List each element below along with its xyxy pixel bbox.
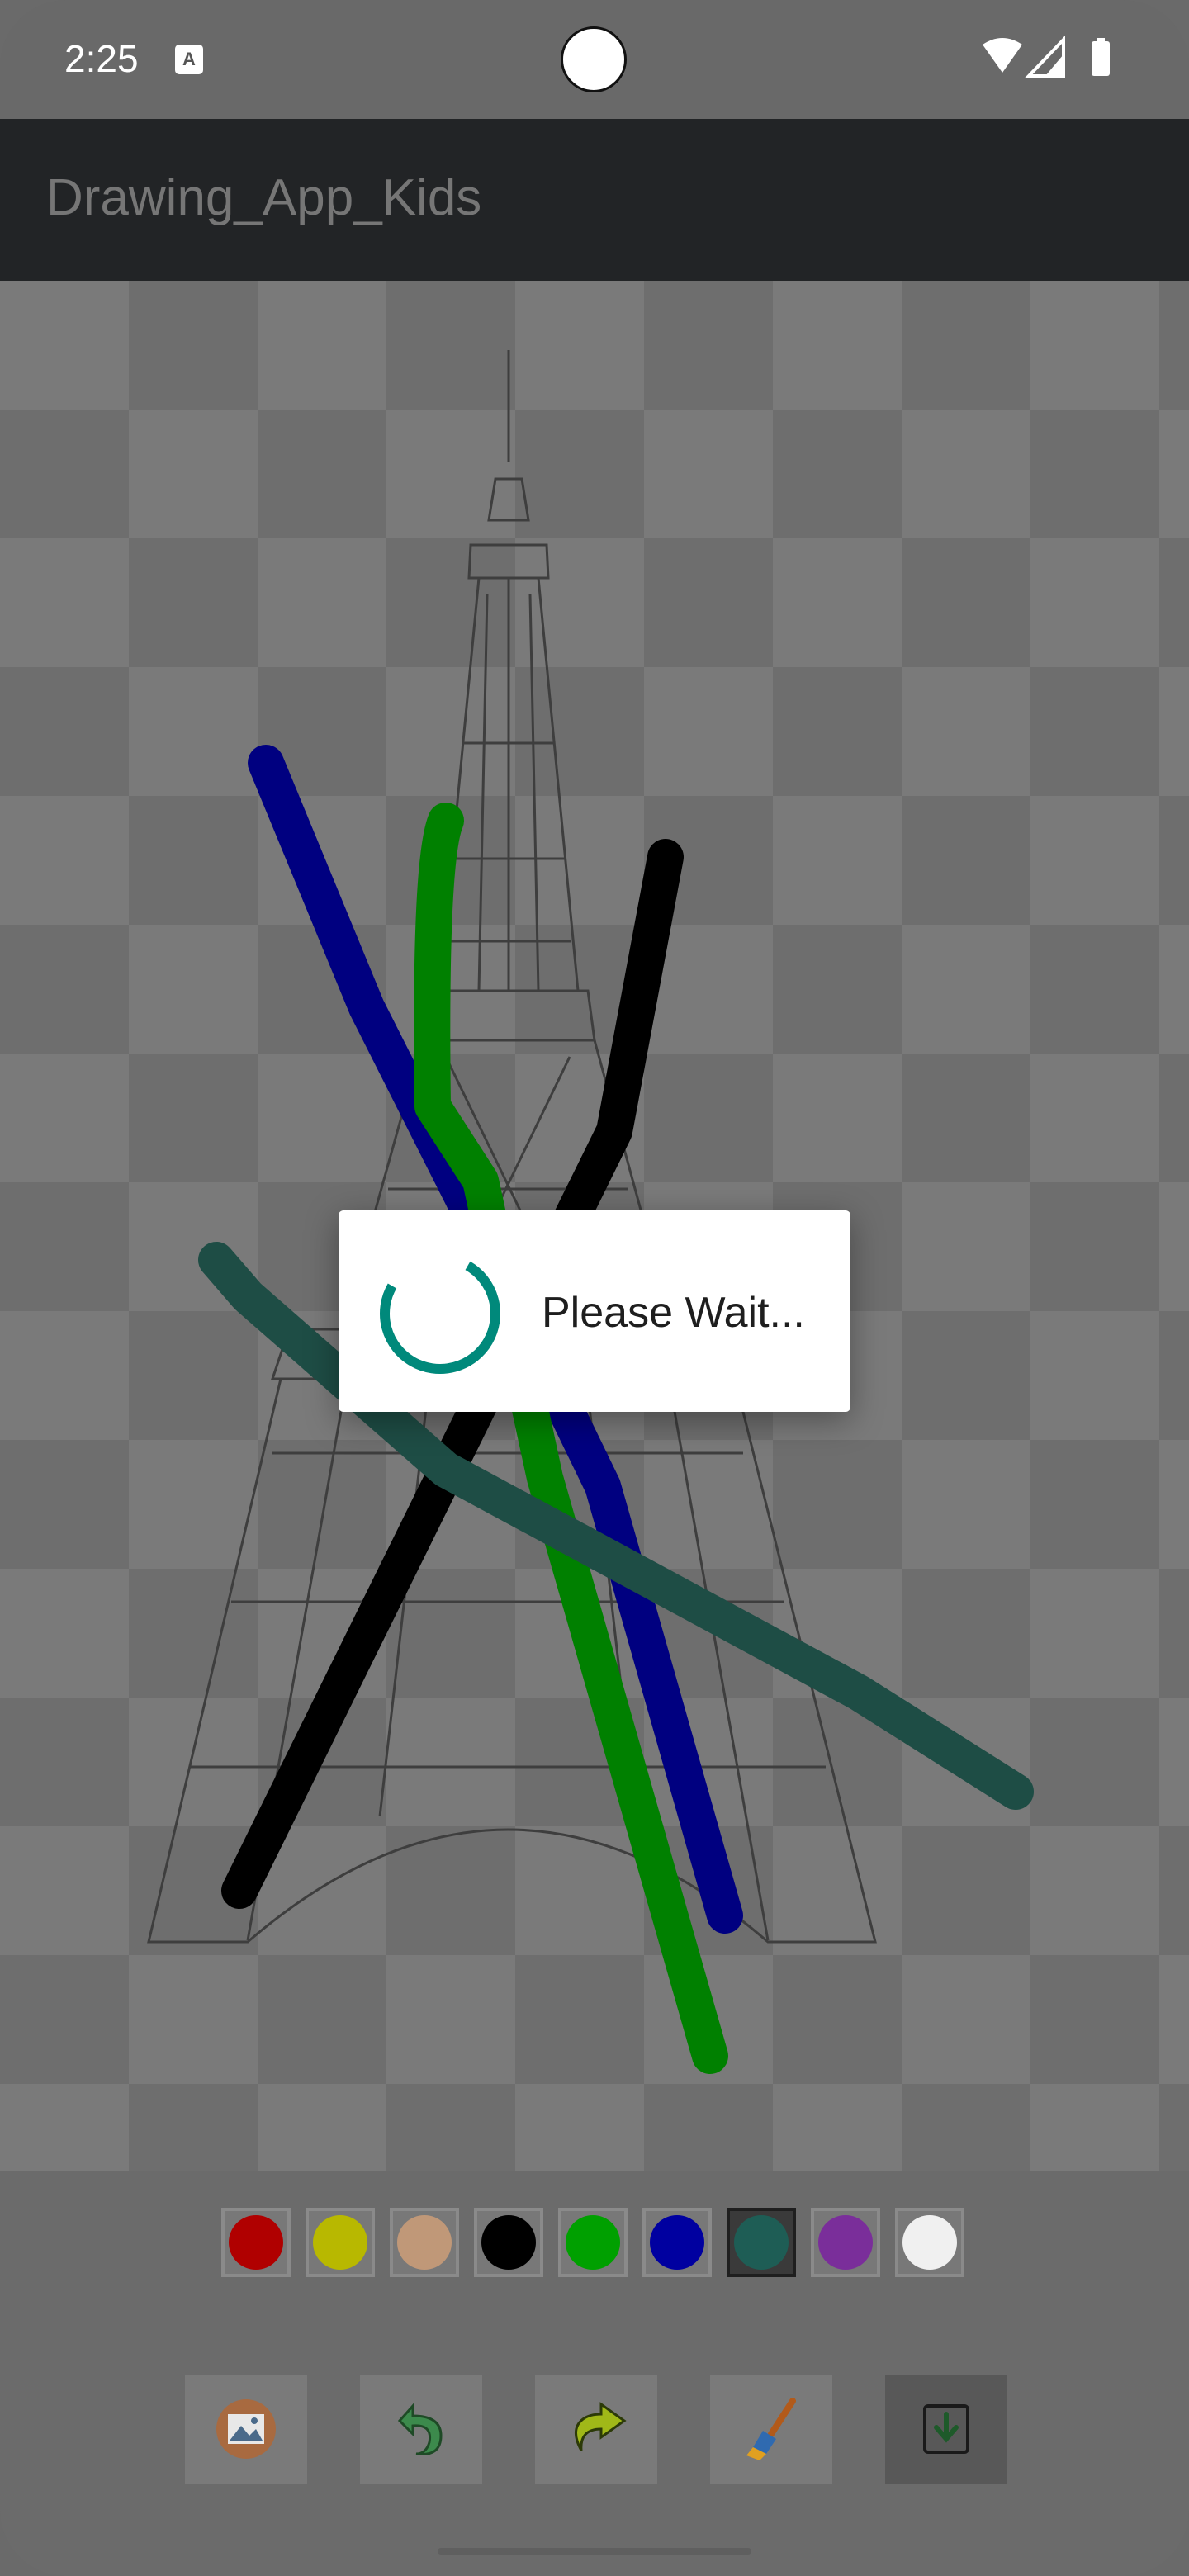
color-swatch-red[interactable] xyxy=(221,2208,291,2277)
camera-cutout xyxy=(561,26,627,92)
status-icons xyxy=(983,36,1110,78)
eiffel-tower-image xyxy=(147,350,877,1944)
loading-spinner-icon xyxy=(380,1261,500,1374)
app-screen: 2:25 A Drawing_App_Kids Please Wait... xyxy=(0,0,1189,2576)
undo-button[interactable] xyxy=(360,2375,482,2484)
gallery-icon xyxy=(216,2399,276,2459)
redo-button[interactable] xyxy=(535,2375,657,2484)
brush-icon xyxy=(746,2398,796,2460)
brush-size-button[interactable] xyxy=(710,2375,832,2484)
color-swatch-blue[interactable] xyxy=(642,2208,712,2277)
app-bar: Drawing_App_Kids xyxy=(0,119,1189,281)
save-button[interactable] xyxy=(885,2375,1007,2484)
color-swatch-black[interactable] xyxy=(474,2208,543,2277)
progress-dialog: Please Wait... xyxy=(339,1210,850,1412)
redo-icon xyxy=(575,2402,627,2451)
wifi-icon xyxy=(983,38,1022,73)
app-title: Drawing_App_Kids xyxy=(46,169,482,226)
color-swatch-white[interactable] xyxy=(895,2208,964,2277)
notification-icon: A xyxy=(175,45,203,74)
save-icon xyxy=(923,2404,969,2454)
gallery-button[interactable] xyxy=(185,2375,307,2484)
color-swatch-green[interactable] xyxy=(558,2208,628,2277)
status-time: 2:25 xyxy=(64,37,139,80)
color-swatch-skin[interactable] xyxy=(390,2208,459,2277)
battery-icon xyxy=(1092,41,1110,76)
color-swatch-yellow[interactable] xyxy=(306,2208,375,2277)
color-swatch-teal[interactable] xyxy=(727,2208,796,2277)
status-bar: 2:25 A xyxy=(0,0,1189,119)
dialog-message: Please Wait... xyxy=(542,1289,805,1337)
home-indicator[interactable] xyxy=(438,2548,751,2555)
undo-icon xyxy=(397,2403,443,2456)
color-swatch-purple[interactable] xyxy=(811,2208,880,2277)
